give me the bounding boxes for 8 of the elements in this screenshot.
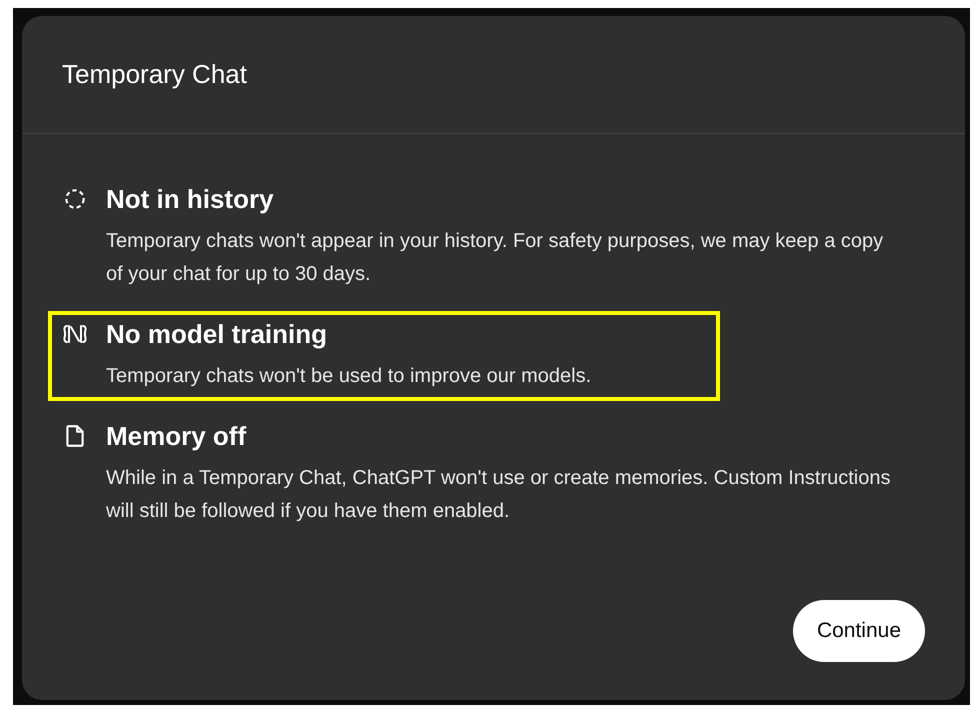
continue-button[interactable]: Continue	[792, 600, 925, 662]
item-description: Temporary chats won't appear in your history. For safety purposes, we may keep a copy of your chat for up to 30 days.	[106, 229, 884, 287]
item-title: No model training	[106, 319, 328, 350]
item-description: While in a Temporary Chat, ChatGPT won't use or create memories. Custom Instructions will still be followed if you have them enabled.	[106, 466, 892, 524]
item-description: Temporary chats won't be used to improve our models.	[106, 364, 592, 389]
item-title: Not in history	[106, 184, 275, 215]
item-title: Memory off	[106, 421, 248, 452]
dialog-title: Temporary Chat	[62, 59, 247, 90]
